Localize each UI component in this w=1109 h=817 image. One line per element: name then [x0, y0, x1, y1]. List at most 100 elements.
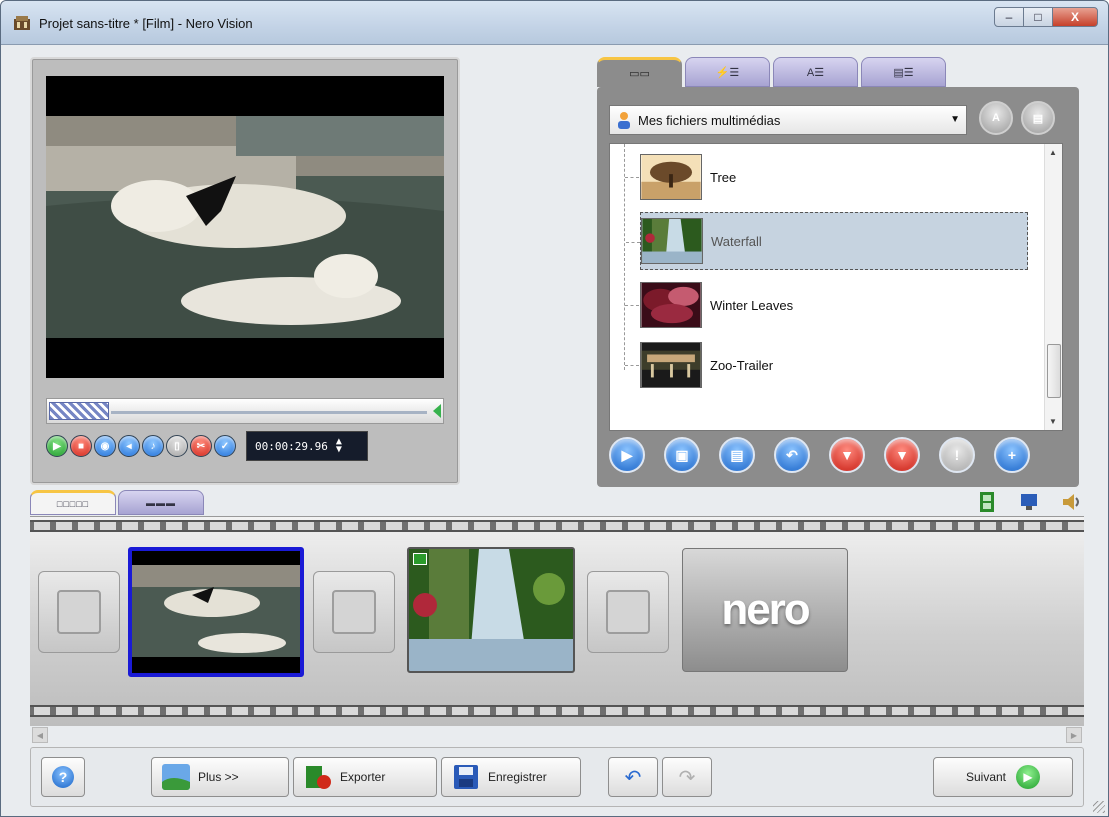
cut-button[interactable]: ✂ [190, 435, 212, 457]
transition-slot[interactable] [38, 571, 120, 653]
undo-import-button[interactable]: ↶ [774, 437, 810, 473]
film-sprocket-top [30, 520, 1084, 532]
timecode-spinner-icon[interactable]: ▲ ▼ [336, 437, 342, 455]
timecode-display[interactable]: 00:00: 29.96 ▲ ▼ [246, 431, 368, 461]
library-filter-button[interactable]: A [979, 101, 1013, 135]
scroll-left-icon[interactable]: ◀ [32, 727, 48, 743]
maximize-icon: □ [1034, 10, 1042, 24]
transition-slot[interactable] [587, 571, 669, 653]
storyboard-clip-nero[interactable]: nero [682, 548, 848, 672]
prev-frame-button[interactable]: ◂ [118, 435, 140, 457]
timecode-value: 29.96 [294, 439, 328, 453]
scissors-icon: ✂ [196, 440, 206, 452]
media-source-dropdown[interactable]: Mes fichiers multimédias ▼ [609, 105, 967, 135]
filter-icon: A [992, 112, 1000, 124]
list-item[interactable]: Tree [625, 148, 1028, 206]
scroll-down-icon[interactable]: ▼ [1049, 417, 1057, 426]
list-item-label: Winter Leaves [710, 297, 794, 313]
timeline-icon: ▬▬▬ [146, 497, 176, 508]
storyboard-clip-selected[interactable] [128, 547, 304, 677]
snapshot-button[interactable]: ◉ [94, 435, 116, 457]
clip-badge-icon [413, 553, 427, 565]
remove-icon: ▼ [895, 447, 909, 463]
text-icon: A☰ [806, 66, 825, 79]
window-title: Projet sans-titre * [Film] - Nero Vision [39, 16, 253, 31]
info-button[interactable]: ! [939, 437, 975, 473]
close-button[interactable]: X [1052, 7, 1098, 27]
video-preview[interactable] [46, 76, 444, 378]
save-button[interactable]: Enregistrer [441, 757, 581, 797]
winter-leaves-thumbnail [640, 282, 702, 328]
trim-button[interactable]: ▯ [166, 435, 188, 457]
bottom-toolbar: ? Plus >> Exporter Enregistrer ↶ ↷ Suiva… [30, 747, 1084, 807]
library-actions: ▶ ▣ ▤ ↶ ▼ ▼ ! + [609, 437, 1030, 473]
undo-button[interactable]: ↶ [608, 757, 658, 797]
redo-button[interactable]: ↷ [662, 757, 712, 797]
help-button[interactable]: ? [41, 757, 85, 797]
speaker-icon[interactable] [1060, 491, 1082, 513]
storyboard-clip[interactable] [407, 547, 575, 673]
timeline-track [111, 411, 427, 414]
add-button[interactable]: + [994, 437, 1030, 473]
tab-media[interactable]: ▭▭ [597, 57, 682, 87]
media-library-panel: Mes fichiers multimédias ▼ A ▤ Tree Wate… [597, 87, 1079, 487]
next-button[interactable]: Suivant ▶ [933, 757, 1073, 797]
tab-storyboard[interactable]: □□□□□ [30, 490, 116, 515]
storyboard-horizontal-scrollbar[interactable]: ◀ ▶ [30, 726, 1084, 744]
transition-slot[interactable] [313, 571, 395, 653]
scroll-right-icon[interactable]: ▶ [1066, 727, 1082, 743]
delete-icon: ▼ [840, 447, 854, 463]
preview-timeline-slider[interactable] [46, 398, 444, 424]
capture-button[interactable]: ▤ [719, 437, 755, 473]
minimize-button[interactable]: – [994, 7, 1024, 27]
more-button[interactable]: Plus >> [151, 757, 289, 797]
media-file-list: Tree Waterfall Winter Leaves Zoo-Trailer… [609, 143, 1063, 431]
resize-grip-icon[interactable] [1093, 801, 1105, 813]
stop-icon: ■ [77, 440, 85, 452]
remove-button[interactable]: ▼ [884, 437, 920, 473]
frame-back-icon: ◂ [126, 440, 132, 452]
minimize-icon: – [1005, 10, 1013, 24]
scrollbar-thumb[interactable] [1047, 344, 1061, 398]
chevron-down-icon: ▼ [950, 114, 960, 125]
confirm-button[interactable]: ✓ [214, 435, 236, 457]
scroll-up-icon[interactable]: ▲ [1049, 148, 1057, 157]
tab-effects[interactable]: ⚡☰ [685, 57, 770, 87]
tab-menus[interactable]: ▤☰ [861, 57, 946, 87]
play-icon: ▶ [53, 440, 61, 452]
play-button[interactable]: ▶ [46, 435, 68, 457]
timeline-end-marker[interactable] [433, 404, 441, 418]
stop-button[interactable]: ■ [70, 435, 92, 457]
monitor-icon[interactable] [1018, 491, 1040, 513]
zoo-trailer-thumbnail [640, 342, 702, 388]
delete-button[interactable]: ▼ [829, 437, 865, 473]
next-arrow-icon: ▶ [1016, 765, 1041, 789]
tab-timeline[interactable]: ▬▬▬ [118, 490, 204, 515]
film-icon[interactable] [976, 491, 998, 513]
app-window: Projet sans-titre * [Film] - Nero Vision… [0, 0, 1109, 817]
waterfall-thumbnail [641, 218, 703, 264]
play-media-button[interactable]: ▶ [609, 437, 645, 473]
timeline-selection-handle[interactable] [49, 402, 109, 420]
transition-placeholder-icon [332, 590, 376, 634]
film-strip-icon: ▭▭ [629, 67, 650, 80]
transition-placeholder-icon [606, 590, 650, 634]
library-options-button[interactable]: ▤ [1021, 101, 1055, 135]
storyboard-icon: □□□□□ [56, 498, 90, 509]
list-item[interactable]: Zoo-Trailer [625, 336, 1028, 394]
maximize-button[interactable]: □ [1023, 7, 1053, 27]
import-button[interactable]: ▣ [664, 437, 700, 473]
capture-icon: ▤ [730, 446, 744, 463]
film-sprocket-bottom [30, 705, 1084, 717]
save-icon [454, 765, 478, 789]
library-tabs: ▭▭ ⚡☰ A☰ ▤☰ [597, 57, 949, 87]
export-button[interactable]: Exporter [293, 757, 437, 797]
list-item-selected[interactable]: Waterfall [626, 212, 1028, 270]
list-item[interactable]: Winter Leaves [625, 276, 1028, 334]
volume-button[interactable]: ♪ [142, 435, 164, 457]
snapshot-icon: ◉ [100, 440, 110, 452]
effects-icon: ⚡☰ [715, 66, 740, 79]
media-source-value: Mes fichiers multimédias [638, 112, 781, 128]
tab-text[interactable]: A☰ [773, 57, 858, 87]
vertical-scrollbar[interactable]: ▲ ▼ [1044, 144, 1062, 430]
